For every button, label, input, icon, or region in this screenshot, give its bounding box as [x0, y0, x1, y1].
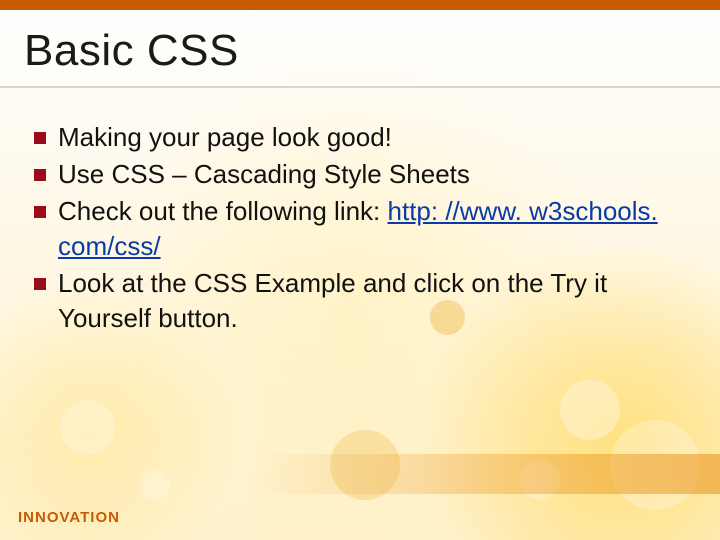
square-bullet-icon	[34, 132, 46, 144]
footer: INNOVATION	[0, 499, 720, 540]
top-accent-bar	[0, 0, 720, 10]
list-item: Making your page look good!	[34, 120, 686, 155]
list-item-text: Making your page look good!	[58, 120, 686, 155]
list-item-text: Look at the CSS Example and click on the…	[58, 266, 686, 336]
square-bullet-icon	[34, 169, 46, 181]
title-area: Basic CSS	[0, 10, 720, 88]
brand-logo: INNOVATION	[18, 509, 120, 526]
square-bullet-icon	[34, 206, 46, 218]
slide-body: Making your page look good! Use CSS – Ca…	[0, 94, 720, 337]
list-item: Check out the following link: http: //ww…	[34, 194, 686, 264]
list-item-text-before: Check out the following link:	[58, 196, 388, 226]
slide-title: Basic CSS	[24, 26, 696, 76]
list-item-text: Check out the following link: http: //ww…	[58, 194, 686, 264]
list-item: Look at the CSS Example and click on the…	[34, 266, 686, 336]
square-bullet-icon	[34, 278, 46, 290]
list-item: Use CSS – Cascading Style Sheets	[34, 157, 686, 192]
slide: Basic CSS Making your page look good! Us…	[0, 0, 720, 540]
list-item-text: Use CSS – Cascading Style Sheets	[58, 157, 686, 192]
